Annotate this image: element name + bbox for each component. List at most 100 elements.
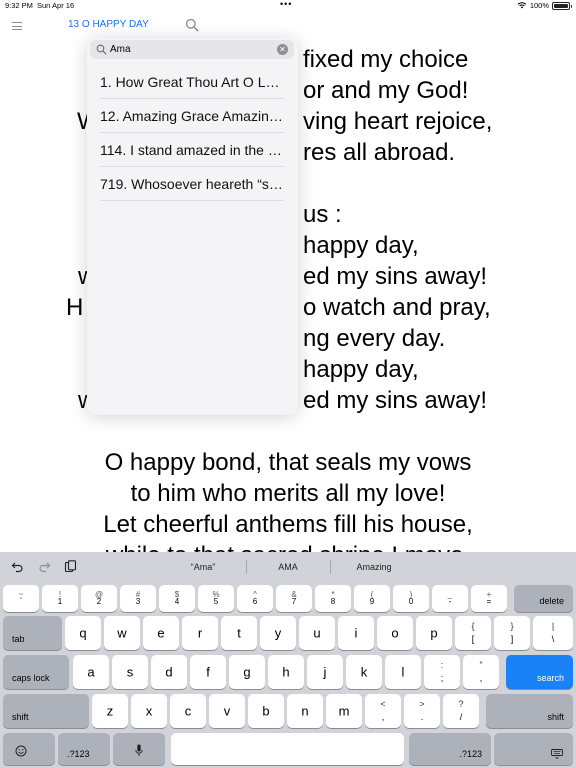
dictation-key[interactable] [113,733,165,765]
redo-icon[interactable] [38,560,51,573]
tab-key[interactable]: tab [3,616,62,650]
lyric-line: us : [303,201,342,228]
key[interactable]: s [112,655,148,689]
key[interactable]: ^ 6 [237,585,273,612]
key-shift-label: { [471,621,475,631]
key-label: [ [471,634,475,644]
search-field[interactable]: ✕ [90,40,294,59]
key-shift-label: > [419,699,425,709]
menu-icon[interactable] [12,22,22,30]
key[interactable]: + = [471,585,507,612]
key[interactable]: >. [404,694,440,728]
key[interactable]: @2 [81,585,117,612]
search-result-item[interactable]: 12. Amazing Grace Amazing grace [100,99,284,133]
lyric-line: Let cheerful anthems fill his house, [103,511,473,538]
key[interactable]: y [260,616,296,650]
key[interactable]: (9 [354,585,390,612]
key[interactable]: d [151,655,187,689]
search-popover: ✕ 1. How Great Thou Art O Lord my God 12… [87,38,298,415]
lyric-line: ed my sins away! [303,263,488,290]
key[interactable]: ? / [443,694,479,728]
key[interactable]: l [385,655,421,689]
search-key[interactable]: search [506,655,573,689]
key-label: 9 [369,597,375,606]
key[interactable]: <, [365,694,401,728]
clear-icon[interactable]: ✕ [277,44,288,55]
key[interactable]: & 7 [276,585,312,612]
status-bar: 9:32 PM Sun Apr 16 ••• 100% [0,0,576,12]
key[interactable]: g [229,655,265,689]
key[interactable]: * 8 [315,585,351,612]
key[interactable]: r [182,616,218,650]
hymn-title[interactable]: 13 O HAPPY DAY [68,19,149,30]
keyboard: “Ama” AMA Amazing ~ ` ! 1 @2 #3 $4 % 5 ^ 6 &… [0,552,576,768]
key[interactable]: }] [494,616,530,650]
key-label: shift [12,712,29,722]
key[interactable]: i [338,616,374,650]
numbers-key-right[interactable]: .?123 [409,733,491,765]
shift-key-right[interactable]: shift [486,694,573,728]
key[interactable]: w [104,616,140,650]
key[interactable]: c [170,694,206,728]
key[interactable]: ! 1 [42,585,78,612]
key-label: 1 [57,597,63,606]
wifi-icon [517,2,527,9]
key[interactable]: p [416,616,452,650]
key[interactable]: b [248,694,284,728]
key[interactable]: z [92,694,128,728]
key[interactable]: x [131,694,167,728]
space-bar[interactable] [171,733,404,765]
key[interactable]: t [221,616,257,650]
key[interactable]: u [299,616,335,650]
key[interactable]: e [143,616,179,650]
key[interactable]: ) 0 [393,585,429,612]
microphone-icon [135,744,143,756]
undo-icon[interactable] [11,560,24,573]
suggestion[interactable]: AMA [243,562,333,572]
key[interactable]: % 5 [198,585,234,612]
key[interactable]: k [346,655,382,689]
key-label: y [274,625,282,641]
key[interactable]: q [65,616,101,650]
key[interactable]: j [307,655,343,689]
key[interactable]: _ - [432,585,468,612]
key[interactable]: $4 [159,585,195,612]
key-label: shift [547,712,564,722]
search-result-item[interactable]: 1. How Great Thou Art O Lord my God [100,65,284,99]
key[interactable]: {[ [455,616,491,650]
multitasking-dots-icon[interactable]: ••• [280,0,292,9]
delete-key[interactable]: delete [514,585,573,612]
key-label: 6 [252,597,258,606]
battery-percent: 100% [529,1,549,10]
suggestion[interactable]: “Ama” [158,562,248,572]
key[interactable]: h [268,655,304,689]
key[interactable]: f [190,655,226,689]
key[interactable]: ~ ` [3,585,39,612]
key[interactable]: o [377,616,413,650]
key[interactable]: | \ [533,616,573,650]
lyric-line: to him who merits all my love! [130,480,446,507]
key[interactable]: :; [424,655,460,689]
shift-key-left[interactable]: shift [3,694,89,728]
emoji-key[interactable] [3,733,55,765]
search-result-item[interactable]: 719. Whosoever heareth “shout [100,167,284,201]
numbers-key-left[interactable]: .?123 [58,733,110,765]
lyric-line: ving heart rejoice, [303,108,493,135]
key-label: ; [440,673,444,683]
key[interactable]: n [287,694,323,728]
search-input[interactable] [110,42,270,57]
search-result-item[interactable]: 114. I stand amazed in the presence [100,133,284,167]
key[interactable]: a [73,655,109,689]
suggestion[interactable]: Amazing [329,562,419,572]
search-icon[interactable] [185,18,199,32]
key[interactable]: v [209,694,245,728]
caps-lock-key[interactable]: caps lock [3,655,69,689]
key-shift-label: | [551,621,555,631]
paste-icon[interactable] [64,560,77,573]
dismiss-keyboard-key[interactable] [494,733,573,765]
key-label: 4 [174,597,180,606]
lyric-gap [303,168,576,199]
key[interactable]: #3 [120,585,156,612]
key[interactable]: ”, [463,655,499,689]
key[interactable]: m [326,694,362,728]
